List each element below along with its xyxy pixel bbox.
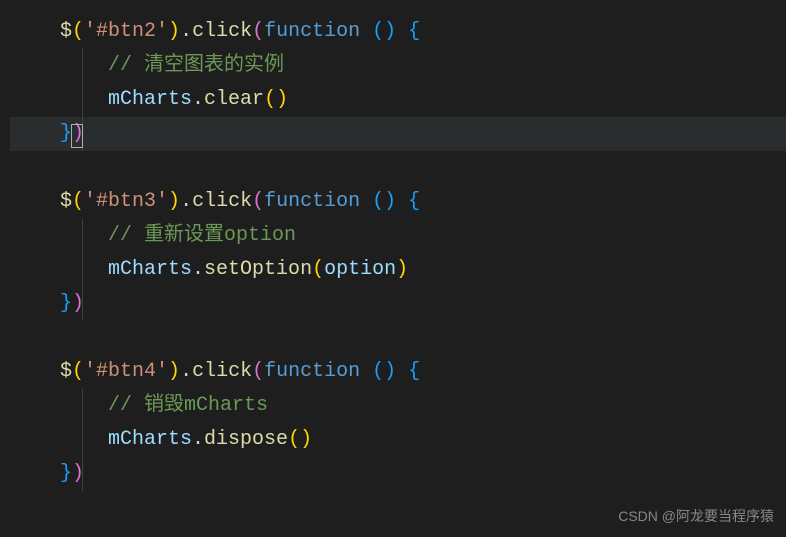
code-line[interactable]: mCharts.dispose() bbox=[10, 423, 786, 457]
code-line[interactable]: $('#btn2').click(function () { bbox=[10, 15, 786, 49]
watermark-text: CSDN @阿龙要当程序猿 bbox=[618, 505, 774, 529]
code-editor[interactable]: $('#btn2').click(function () { // 清空图表的实… bbox=[0, 0, 786, 506]
blank-line[interactable] bbox=[10, 321, 786, 355]
code-line[interactable]: $('#btn3').click(function () { bbox=[10, 185, 786, 219]
code-line[interactable]: $('#btn4').click(function () { bbox=[10, 355, 786, 389]
code-line[interactable]: }) bbox=[10, 287, 786, 321]
code-line[interactable]: // 销毁mCharts bbox=[10, 389, 786, 423]
code-line[interactable]: // 清空图表的实例 bbox=[10, 49, 786, 83]
code-line[interactable]: mCharts.clear() bbox=[10, 83, 786, 117]
code-line[interactable]: // 重新设置option bbox=[10, 219, 786, 253]
code-line[interactable]: }) bbox=[10, 457, 786, 491]
code-line-active[interactable]: }) bbox=[10, 117, 786, 151]
blank-line[interactable] bbox=[10, 151, 786, 185]
code-line[interactable]: mCharts.setOption(option) bbox=[10, 253, 786, 287]
